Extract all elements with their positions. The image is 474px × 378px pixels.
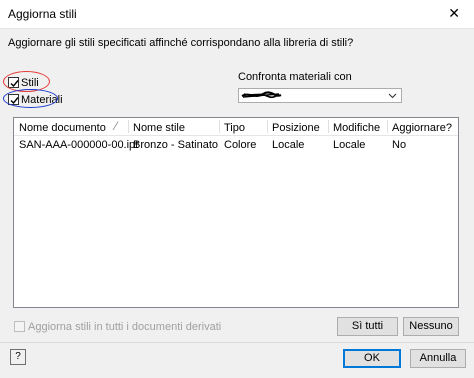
column-separator[interactable] (267, 120, 268, 133)
close-icon[interactable]: ✕ (448, 5, 460, 21)
yes-all-button[interactable]: Sì tutti (337, 317, 398, 336)
column-header-changes[interactable]: Modifiche (333, 122, 380, 134)
chevron-down-icon (388, 93, 397, 99)
column-header-type[interactable]: Tipo (224, 122, 245, 134)
column-separator[interactable] (328, 120, 329, 133)
cell-position: Locale (272, 139, 305, 151)
column-header-position[interactable]: Posizione (272, 122, 320, 134)
prompt-text: Aggiornare gli stili specificati affinch… (8, 37, 354, 49)
column-header-document[interactable]: Nome documento (19, 122, 106, 134)
blue-annotation-circle (3, 89, 58, 108)
footer-divider (0, 342, 474, 343)
window-title: Aggiorna stili (8, 7, 77, 21)
cell-type: Colore (224, 139, 257, 151)
cell-document: SAN-AAA-000000-00.ipt (19, 139, 139, 151)
column-header-style[interactable]: Nome stile (133, 122, 185, 134)
title-bar: Aggiorna stili ✕ (0, 0, 474, 29)
column-resize-mark: ⁄ (115, 119, 118, 133)
column-separator[interactable] (128, 120, 129, 133)
column-header-update[interactable]: Aggiornare? (392, 122, 452, 134)
compare-materials-label: Confronta materiali con (238, 71, 352, 83)
cell-style: Bronzo - Satinato (133, 139, 218, 151)
update-derived-checkbox[interactable] (14, 321, 25, 332)
column-separator[interactable] (387, 120, 388, 133)
cancel-button[interactable]: Annulla (410, 349, 466, 368)
column-separator[interactable] (219, 120, 220, 133)
styles-table[interactable]: Nome documento ⁄ Nome stile Tipo Posizio… (13, 117, 459, 308)
cell-update: No (392, 139, 407, 151)
redaction-scribble (241, 91, 282, 99)
update-derived-label: Aggiorna stili in tutti i documenti deri… (28, 321, 222, 333)
ok-button[interactable]: OK (343, 349, 401, 368)
table-header: Nome documento ⁄ Nome stile Tipo Posizio… (14, 118, 458, 136)
cell-changes: Locale (333, 139, 366, 151)
help-icon[interactable]: ? (10, 349, 26, 365)
none-button[interactable]: Nessuno (403, 317, 459, 336)
compare-materials-dropdown[interactable] (238, 88, 402, 103)
